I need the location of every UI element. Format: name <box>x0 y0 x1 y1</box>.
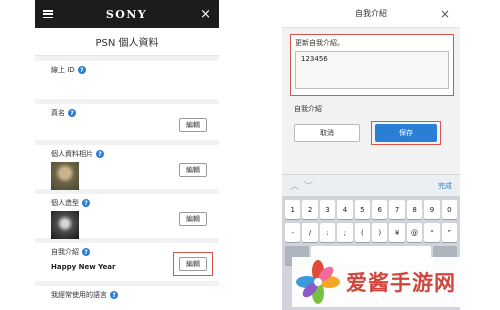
row-label: 自我介紹 <box>51 248 79 256</box>
key[interactable]: @ <box>406 223 423 242</box>
edit-photo-button[interactable]: 編輯 <box>179 163 207 177</box>
key[interactable]: 5 <box>354 200 371 219</box>
key[interactable]: 7 <box>389 200 405 219</box>
profile-row-about-me: 自我介紹? Happy New Year 編輯 <box>35 243 219 281</box>
key[interactable]: 4 <box>337 200 353 219</box>
cancel-button[interactable]: 取消 <box>294 124 360 142</box>
row-label: 線上 ID <box>51 66 75 74</box>
row-label: 個人造型 <box>51 199 79 207</box>
menu-icon[interactable] <box>43 10 53 18</box>
chevron-down-icon[interactable]: ﹀ <box>304 179 313 192</box>
key[interactable]: ; <box>337 223 353 242</box>
page-title: PSN 個人資料 <box>35 28 219 56</box>
profile-screen: SONY × PSN 個人資料 線上 ID? 真名? 編輯 個人資料相片? 編輯… <box>35 0 219 310</box>
profile-photo-thumbnail <box>51 162 79 190</box>
row-label: 真名 <box>51 109 65 117</box>
screen-title: 自我介紹 <box>355 9 387 18</box>
row-label: 我經常使用的語言 <box>51 291 107 299</box>
close-icon[interactable]: × <box>200 8 211 21</box>
key[interactable]: ) <box>372 223 388 242</box>
profile-row-language: 我經常使用的語言? <box>35 286 219 310</box>
close-icon[interactable]: × <box>440 7 450 21</box>
keyboard-toolbar: ︿ ﹀ 完成 <box>282 174 460 196</box>
update-about-me-panel: 更新自我介紹。 123456 <box>290 34 454 96</box>
help-icon[interactable]: ? <box>110 291 118 299</box>
key[interactable]: 3 <box>319 200 336 219</box>
highlight-box <box>371 121 441 145</box>
key[interactable]: / <box>302 223 318 242</box>
edit-avatar-button[interactable]: 編輯 <box>179 212 207 226</box>
watermark: 爱酱手游网 <box>292 257 500 307</box>
profile-row-photo: 個人資料相片? 編輯 <box>35 145 219 190</box>
help-icon[interactable]: ? <box>96 150 104 158</box>
keyboard-row-numbers: 1 2 3 4 5 6 7 8 9 0 <box>285 200 458 219</box>
key[interactable]: 6 <box>372 200 388 219</box>
keyboard-row-symbols: - / : ; ( ) ¥ @ “ ” <box>285 223 458 242</box>
about-me-textarea[interactable]: 123456 <box>295 51 449 89</box>
watermark-text: 爱酱手游网 <box>346 271 456 295</box>
screen-header: 自我介紹 × <box>282 0 460 28</box>
key[interactable]: 9 <box>424 200 440 219</box>
chevron-up-icon[interactable]: ︿ <box>290 179 299 192</box>
edit-real-name-button[interactable]: 編輯 <box>179 118 207 132</box>
key[interactable]: : <box>319 223 336 242</box>
key[interactable]: - <box>285 223 301 242</box>
self-intro-label: 自我介紹 <box>294 105 322 113</box>
key[interactable]: 8 <box>406 200 423 219</box>
key[interactable]: ¥ <box>389 223 405 242</box>
brand-logo: SONY <box>105 7 148 21</box>
help-icon[interactable]: ? <box>77 66 86 74</box>
key[interactable]: ” <box>441 223 458 242</box>
update-about-me-label: 更新自我介紹。 <box>295 39 344 47</box>
help-icon[interactable]: ? <box>82 248 90 256</box>
key[interactable]: 2 <box>302 200 318 219</box>
top-bar: SONY × <box>35 0 219 28</box>
profile-row-online-id: 線上 ID? <box>35 61 219 99</box>
key[interactable]: ( <box>354 223 371 242</box>
profile-row-avatar: 個人造型? 編輯 <box>35 194 219 239</box>
key[interactable]: 0 <box>441 200 458 219</box>
help-icon[interactable]: ? <box>82 199 90 207</box>
done-button[interactable]: 完成 <box>438 181 452 191</box>
pinwheel-logo-icon <box>296 260 340 304</box>
avatar-thumbnail <box>51 211 79 239</box>
help-icon[interactable]: ? <box>68 109 76 117</box>
profile-row-real-name: 真名? 編輯 <box>35 104 219 140</box>
key[interactable]: “ <box>424 223 440 242</box>
highlight-box <box>173 252 213 276</box>
row-label: 個人資料相片 <box>51 150 93 158</box>
key[interactable]: 1 <box>285 200 301 219</box>
